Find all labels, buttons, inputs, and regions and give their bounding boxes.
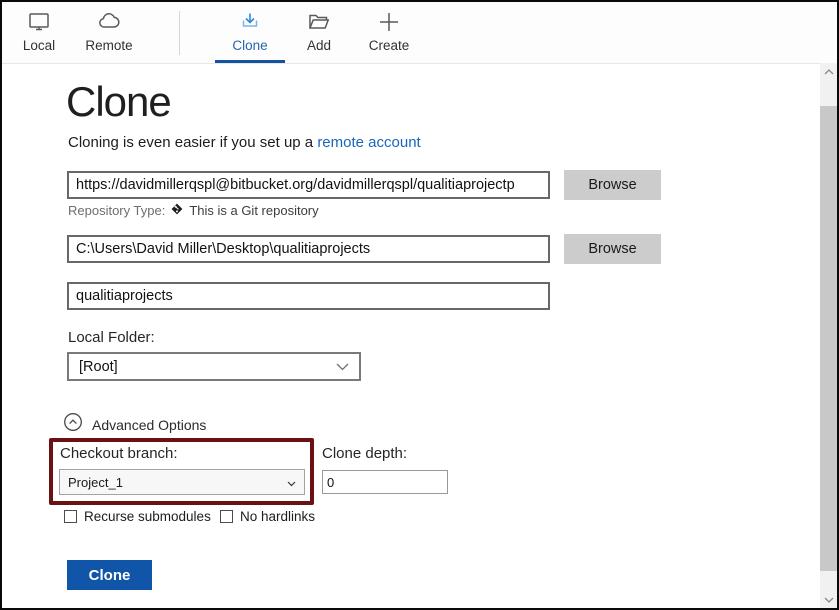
no-hardlinks-option[interactable]: No hardlinks — [220, 509, 315, 524]
clone-depth-label: Clone depth: — [322, 445, 407, 462]
vertical-scrollbar[interactable] — [820, 63, 837, 608]
chevron-down-icon — [336, 359, 349, 375]
checkbox-icon[interactable] — [64, 510, 77, 523]
checkout-branch-label: Checkout branch: — [60, 445, 178, 462]
active-tab-underline — [215, 60, 285, 63]
toolbar-tab-label: Clone — [232, 38, 267, 53]
repo-name-input[interactable] — [67, 282, 550, 310]
scroll-up-icon[interactable] — [820, 63, 837, 80]
scroll-down-icon[interactable] — [820, 591, 837, 608]
plus-icon — [376, 9, 402, 35]
recurse-submodules-label: Recurse submodules — [84, 509, 211, 524]
toolbar-tab-create[interactable]: Create — [359, 9, 419, 61]
source-url-input[interactable] — [67, 171, 550, 199]
checkout-branch-value: Project_1 — [68, 475, 123, 490]
collapse-circle-icon — [63, 412, 83, 437]
toolbar-tab-label: Add — [307, 38, 331, 53]
git-icon — [170, 202, 184, 219]
monitor-icon — [26, 9, 52, 35]
toolbar-tab-label: Create — [369, 38, 410, 53]
page-title: Clone — [66, 78, 171, 126]
subtitle-text: Cloning is even easier if you set up a — [68, 134, 317, 151]
checkout-branch-dropdown[interactable]: Project_1 — [59, 469, 305, 495]
cloud-icon — [96, 9, 122, 35]
recurse-submodules-option[interactable]: Recurse submodules — [64, 509, 211, 524]
download-icon — [237, 9, 263, 35]
clone-button[interactable]: Clone — [67, 560, 152, 590]
browse-source-button[interactable]: Browse — [564, 170, 661, 200]
toolbar-tab-label: Local — [23, 38, 55, 53]
toolbar: Local Remote Clone — [2, 2, 837, 64]
clone-depth-input[interactable] — [322, 470, 448, 494]
checkbox-icon[interactable] — [220, 510, 233, 523]
toolbar-tab-clone[interactable]: Clone — [215, 9, 285, 61]
repository-type-label: Repository Type: — [68, 203, 165, 218]
toolbar-separator — [179, 11, 180, 55]
remote-account-link[interactable]: remote account — [317, 134, 420, 151]
repository-type-status: This is a Git repository — [189, 203, 318, 218]
advanced-options-label: Advanced Options — [92, 417, 206, 433]
scrollbar-thumb[interactable] — [820, 106, 837, 571]
clone-dialog-window: Local Remote Clone — [0, 0, 839, 610]
local-folder-value: [Root] — [79, 359, 118, 375]
folder-icon — [306, 9, 332, 35]
subtitle: Cloning is even easier if you set up a r… — [68, 134, 421, 151]
browse-destination-button[interactable]: Browse — [564, 234, 661, 264]
local-folder-label: Local Folder: — [68, 329, 155, 346]
repository-type-row: Repository Type: This is a Git repositor… — [68, 202, 319, 219]
toolbar-tab-add[interactable]: Add — [294, 9, 344, 61]
toolbar-tab-remote[interactable]: Remote — [79, 9, 139, 61]
toolbar-tab-local[interactable]: Local — [14, 9, 64, 61]
destination-path-input[interactable] — [67, 235, 550, 263]
local-folder-dropdown[interactable]: [Root] — [67, 352, 361, 381]
advanced-options-toggle[interactable]: Advanced Options — [63, 412, 206, 437]
chevron-down-icon — [287, 475, 296, 490]
no-hardlinks-label: No hardlinks — [240, 509, 315, 524]
toolbar-tab-label: Remote — [85, 38, 132, 53]
